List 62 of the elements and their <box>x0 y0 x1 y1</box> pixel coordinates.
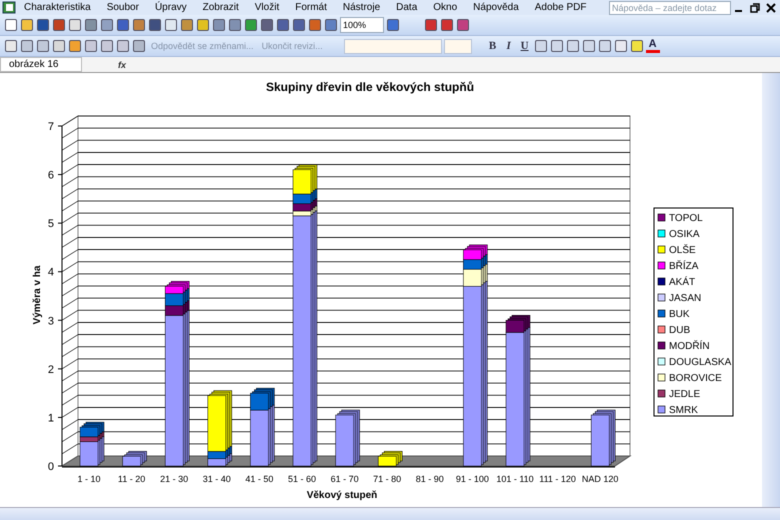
x-axis-title: Věkový stupeň <box>306 490 378 501</box>
name-box[interactable]: obrázek 16 <box>0 57 82 72</box>
y-tick-label: 6 <box>48 170 54 182</box>
x-tick-label: 1 - 10 <box>78 474 100 484</box>
x-tick-label: 71 - 80 <box>373 474 402 484</box>
menu-item[interactable]: Data <box>388 2 426 13</box>
horizontal-scrollbar[interactable] <box>0 507 780 520</box>
x-tick-label: 111 - 120 <box>539 474 576 484</box>
legend-label: DUB <box>669 325 690 336</box>
menu-item[interactable]: Charakteristika <box>16 2 99 13</box>
menu-item[interactable]: Vložit <box>246 2 288 13</box>
x-tick-label: 51 - 60 <box>288 474 316 484</box>
legend-label: DOUGLASKA <box>669 357 732 368</box>
y-axis-title: Výměra v ha <box>32 266 43 324</box>
menu-item[interactable]: Nápověda <box>465 2 527 13</box>
format-button[interactable]: U <box>518 40 532 52</box>
legend-label: AKÁT <box>669 277 696 288</box>
menu-item[interactable]: Soubor <box>98 2 147 13</box>
x-tick-label: 61 - 70 <box>330 474 359 484</box>
menu-item[interactable]: Okno <box>425 2 466 13</box>
close-icon[interactable] <box>766 2 776 12</box>
function-label[interactable]: fx <box>118 60 126 70</box>
legend-label: BUK <box>669 309 690 320</box>
format-button[interactable]: B <box>486 40 500 52</box>
menu-item[interactable]: Nástroje <box>334 2 388 13</box>
font-color-button[interactable]: A <box>646 39 660 53</box>
vertical-scrollbar[interactable] <box>762 73 780 507</box>
legend-label: BŘÍZA <box>669 261 698 272</box>
menu-item[interactable]: Adobe PDF <box>526 2 594 13</box>
restore-icon[interactable] <box>750 2 760 12</box>
legend-label: TOPOL <box>669 213 703 224</box>
legend-label: OSIKA <box>669 229 700 240</box>
y-tick-label: 5 <box>48 218 54 230</box>
x-tick-label: NAD 120 <box>582 474 618 484</box>
spreadsheet-app-icon[interactable] <box>2 1 16 14</box>
x-tick-label: 91 - 100 <box>456 474 489 484</box>
x-tick-label: 101 - 110 <box>496 474 534 484</box>
chart-title: Skupiny dřevin dle věkových stupňů <box>266 80 474 94</box>
format-button[interactable]: I <box>502 40 516 52</box>
x-tick-label: 81 - 90 <box>416 474 444 484</box>
menu-item[interactable]: Úpravy <box>146 2 195 13</box>
y-tick-label: 3 <box>48 315 54 328</box>
legend-label: JASAN <box>669 293 702 304</box>
x-tick-label: 21 - 30 <box>160 474 188 484</box>
legend-label: OLŠE <box>669 245 696 256</box>
font-name-field[interactable] <box>344 38 442 54</box>
legend-label: MODŘÍN <box>669 341 710 352</box>
legend-label: SMRK <box>669 405 698 416</box>
y-tick-label: 1 <box>48 412 54 424</box>
legend-label: JEDLE <box>669 389 700 400</box>
zoom-field[interactable]: 100% <box>340 17 384 33</box>
y-tick-label: 0 <box>48 461 54 473</box>
legend-label: BOROVICE <box>669 373 722 384</box>
font-size-field[interactable] <box>444 38 472 54</box>
y-tick-label: 4 <box>48 266 54 279</box>
x-tick-label: 41 - 50 <box>245 474 274 484</box>
menu-item[interactable]: Formát <box>287 2 335 13</box>
y-tick-label: 7 <box>48 121 54 133</box>
y-tick-label: 2 <box>48 364 54 376</box>
x-tick-label: 31 - 40 <box>202 474 231 484</box>
x-tick-label: 11 - 20 <box>118 474 146 484</box>
menu-item[interactable]: Zobrazit <box>194 2 247 13</box>
